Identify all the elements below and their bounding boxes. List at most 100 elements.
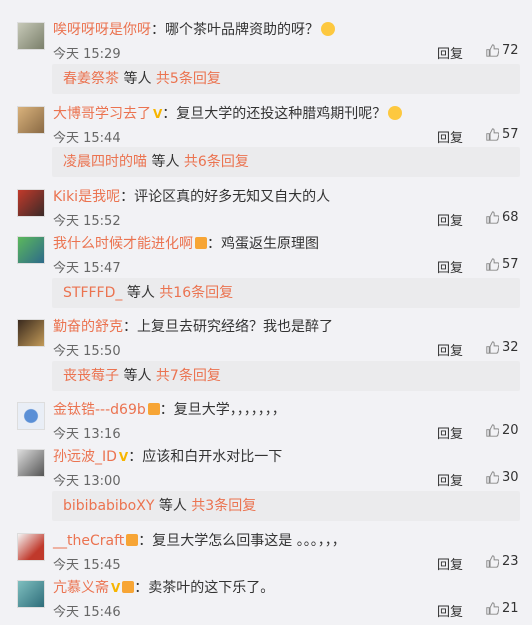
comment-time: 今天 15:44: [53, 131, 121, 146]
sub-reply-summary[interactable]: 丧丧莓子 等人 共7条回复: [52, 361, 520, 391]
sub-reply-middle: 等人: [154, 498, 192, 514]
sub-reply-user[interactable]: 春姜祭茶: [63, 71, 119, 87]
reply-button[interactable]: 回复: [437, 210, 463, 229]
thumbs-up-icon: [486, 44, 499, 57]
sub-reply-summary[interactable]: STFFFD_ 等人 共16条回复: [52, 278, 520, 308]
comment-time: 今天 13:16: [53, 427, 121, 442]
comment-text: ：复旦大学怎么回事这是 。。。，，，: [138, 533, 346, 549]
comment-username[interactable]: 唉呀呀呀是你呀: [53, 22, 151, 38]
comment-item: 唉呀呀呀是你呀：哪个茶叶品牌资助的呀？ 今天 15:29 回复 72: [0, 20, 532, 64]
like-count: 32: [502, 340, 519, 355]
level-badge-icon: [126, 534, 139, 546]
comment-text: ：复旦大学的还投这种腊鸡期刊呢？: [162, 106, 387, 122]
like-count: 72: [502, 43, 519, 58]
avatar[interactable]: [17, 236, 45, 264]
like-count: 20: [502, 423, 519, 438]
comment-text: ：上复旦去研究经络？我也是醉了: [123, 319, 333, 335]
comment-time: 今天 15:52: [53, 214, 121, 229]
like-button[interactable]: 20: [486, 423, 519, 438]
like-button[interactable]: 21: [486, 601, 519, 616]
comment-time: 今天 15:47: [53, 261, 121, 276]
comment-username[interactable]: Kiki是我呢: [53, 189, 120, 205]
comment-username[interactable]: 勤奋的舒克: [53, 319, 123, 335]
like-count: 68: [502, 210, 519, 225]
comment-time: 今天 13:00: [53, 474, 121, 489]
comment-item: 亢慕义斋 V ：卖茶叶的这下乐了。 今天 15:46 回复 21: [0, 578, 532, 622]
level-badge-icon: [195, 237, 207, 249]
sub-reply-total[interactable]: 共3条回复: [191, 498, 256, 514]
comment-username[interactable]: 金钛锆---d69b: [53, 402, 146, 418]
thumbs-up-icon: [486, 211, 499, 224]
sub-reply-middle: 等人: [147, 154, 184, 170]
sub-reply-middle: 等人: [122, 285, 160, 301]
comment-username[interactable]: 孙远波_ID: [53, 449, 117, 465]
reply-button[interactable]: 回复: [437, 470, 463, 489]
level-badge-icon: [147, 403, 160, 415]
comment-item: 勤奋的舒克：上复旦去研究经络？我也是醉了 今天 15:50 回复 32: [0, 317, 532, 361]
comment-item: Kiki是我呢：评论区真的好多无知又自大的人 今天 15:52 回复 68: [0, 187, 532, 231]
v-badge-icon: V: [111, 581, 121, 595]
comment-item: __theCraft ：复旦大学怎么回事这是 。。。，，， 今天 15:45 回复…: [0, 531, 532, 575]
avatar[interactable]: [17, 449, 45, 477]
sub-reply-user[interactable]: 丧丧莓子: [63, 368, 119, 384]
reply-button[interactable]: 回复: [437, 423, 463, 442]
reply-button[interactable]: 回复: [437, 257, 463, 276]
like-button[interactable]: 57: [486, 127, 519, 142]
sub-reply-summary[interactable]: bibibabiboXY 等人 共3条回复: [52, 491, 520, 521]
thumbs-up-icon: [486, 471, 499, 484]
comment-item: 金钛锆---d69b ：复旦大学，，，，，，， 今天 13:16 回复 20: [0, 400, 532, 444]
thumbs-up-icon: [486, 555, 499, 568]
sub-reply-user[interactable]: STFFFD_: [63, 285, 122, 301]
thumbs-up-icon: [486, 258, 499, 271]
comment-username[interactable]: 亢慕义斋: [53, 580, 109, 596]
reply-button[interactable]: 回复: [437, 127, 463, 146]
like-count: 30: [502, 470, 519, 485]
thumbs-up-icon: [486, 341, 499, 354]
comment-item: 大博哥学习去了 V：复旦大学的还投这种腊鸡期刊呢？ 今天 15:44 回复 57: [0, 104, 532, 148]
comment-time: 今天 15:46: [53, 605, 121, 620]
like-button[interactable]: 68: [486, 210, 519, 225]
level-badge-icon: [122, 581, 135, 593]
like-button[interactable]: 32: [486, 340, 519, 355]
emoji-icon: [321, 22, 335, 36]
comment-time: 今天 15:45: [53, 558, 121, 573]
emoji-icon: [388, 106, 403, 120]
avatar[interactable]: [17, 189, 45, 217]
like-button[interactable]: 23: [486, 554, 519, 569]
reply-button[interactable]: 回复: [437, 601, 463, 620]
sub-reply-summary[interactable]: 春姜祭茶 等人 共5条回复: [52, 64, 520, 94]
sub-reply-total[interactable]: 共6条回复: [184, 154, 249, 170]
comment-text: ：复旦大学，，，，，，，: [159, 402, 286, 418]
reply-button[interactable]: 回复: [437, 43, 463, 62]
comment-item: 我什么时候才能进化啊 ：鸡蛋返生原理图 今天 15:47 回复 57: [0, 234, 532, 278]
avatar[interactable]: [17, 106, 45, 134]
comment-username[interactable]: 我什么时候才能进化啊: [53, 236, 193, 252]
avatar[interactable]: [17, 22, 45, 50]
like-button[interactable]: 30: [486, 470, 519, 485]
avatar[interactable]: [17, 533, 45, 561]
comment-text: ：卖茶叶的这下乐了。: [134, 580, 275, 596]
sub-reply-middle: 等人: [119, 71, 156, 87]
avatar[interactable]: [17, 580, 45, 608]
like-count: 57: [502, 127, 519, 142]
avatar[interactable]: [17, 319, 45, 347]
sub-reply-total[interactable]: 共7条回复: [156, 368, 221, 384]
like-count: 21: [502, 601, 519, 616]
like-button[interactable]: 57: [486, 257, 519, 272]
thumbs-up-icon: [486, 424, 499, 437]
comment-item: 孙远波_ID V：应该和白开水对比一下 今天 13:00 回复 30: [0, 447, 532, 491]
sub-reply-total[interactable]: 共16条回复: [159, 285, 233, 301]
sub-reply-user[interactable]: bibibabiboXY: [63, 498, 154, 514]
sub-reply-total[interactable]: 共5条回复: [156, 71, 221, 87]
comment-username[interactable]: 大博哥学习去了: [53, 106, 151, 122]
comment-username[interactable]: __theCraft: [53, 533, 124, 549]
avatar[interactable]: [17, 402, 45, 430]
thumbs-up-icon: [486, 602, 499, 615]
comment-time: 今天 15:50: [53, 344, 121, 359]
comment-text: ：评论区真的好多无知又自大的人: [120, 189, 331, 205]
like-button[interactable]: 72: [486, 43, 519, 58]
sub-reply-user[interactable]: 凌晨四时的喵: [63, 154, 147, 170]
reply-button[interactable]: 回复: [437, 340, 463, 359]
sub-reply-summary[interactable]: 凌晨四时的喵 等人 共6条回复: [52, 147, 520, 177]
reply-button[interactable]: 回复: [437, 554, 463, 573]
